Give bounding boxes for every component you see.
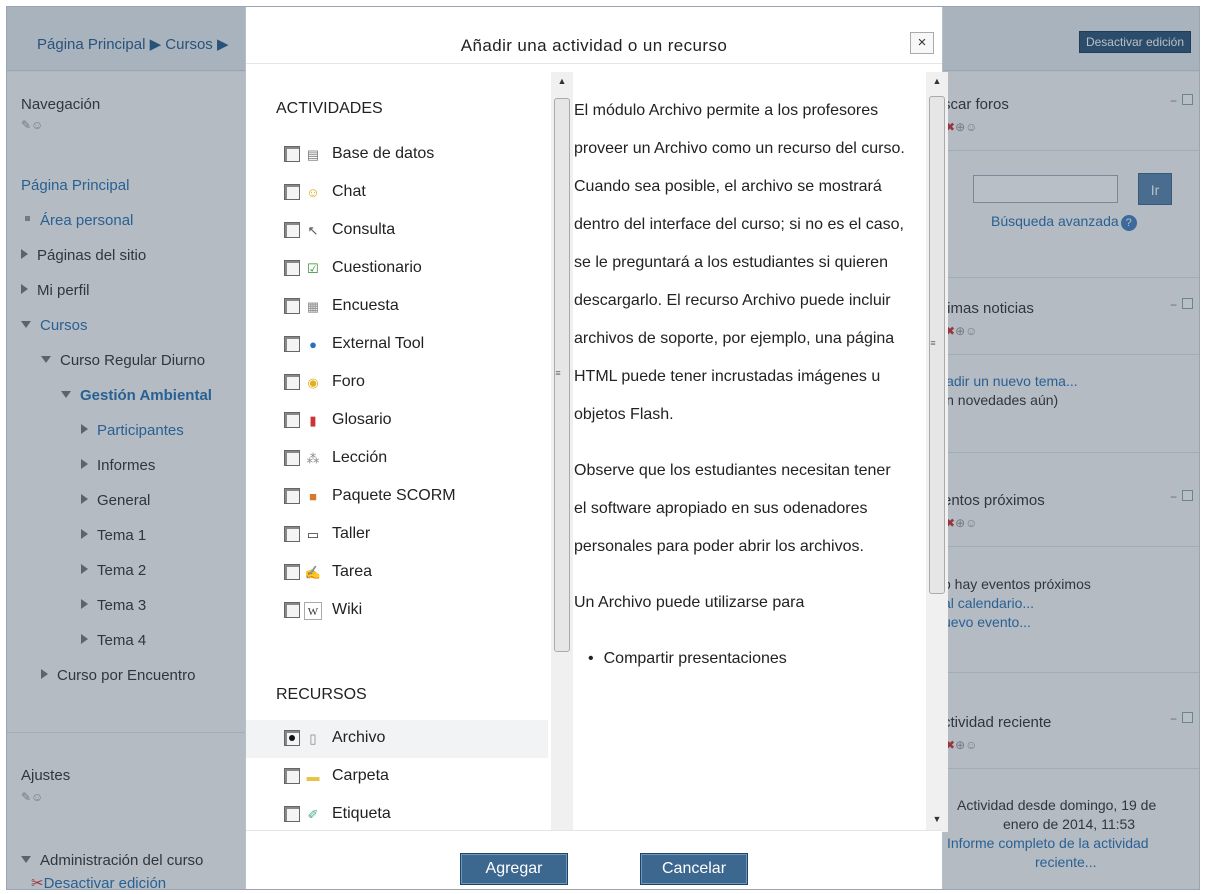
activities-heading: ACTIVIDADES	[276, 100, 383, 117]
radio-button[interactable]	[284, 768, 300, 784]
help-bullet: Compartir presentaciones	[574, 640, 906, 678]
chat-icon: ☺	[306, 185, 320, 200]
radio-button[interactable]	[284, 298, 300, 314]
activity-option[interactable]: ◉ Foro	[246, 364, 548, 402]
scorm-icon: ■	[309, 489, 317, 504]
moodle-page: Página Principal ▶ Cursos ▶ Desactivar e…	[6, 6, 1200, 890]
survey-icon: ▦	[306, 299, 320, 314]
help-pane: El módulo Archivo permite a los profesor…	[574, 68, 906, 828]
activity-option[interactable]: ■ Paquete SCORM	[246, 478, 548, 516]
radio-button[interactable]	[284, 526, 300, 542]
assignment-icon: ✍	[304, 565, 322, 580]
radio-button[interactable]	[284, 222, 300, 238]
close-button[interactable]: ×	[910, 32, 934, 54]
activity-option[interactable]: ☑ Cuestionario	[246, 250, 548, 288]
help-list: Compartir presentaciones	[574, 640, 906, 678]
module-list: ACTIVIDADES ▤ Base de datos ☺ Chat ↖ Consulta…	[246, 68, 548, 828]
option-label: Glosario	[332, 411, 392, 428]
radio-button[interactable]	[284, 450, 300, 466]
dialog-footer: Agregar Cancelar	[246, 830, 942, 889]
radio-button[interactable]	[284, 602, 300, 618]
cancel-button[interactable]: Cancelar	[640, 853, 748, 885]
option-label: Consulta	[332, 221, 396, 238]
scroll-up-icon[interactable]: ▲	[926, 76, 948, 90]
dialog-title: Añadir una actividad o un recurso	[460, 36, 728, 55]
option-label: External Tool	[332, 335, 425, 352]
activity-option[interactable]: ▭ Taller	[246, 516, 548, 554]
add-button[interactable]: Agregar	[460, 853, 568, 885]
resource-option[interactable]: ▯ Archivo	[246, 720, 548, 758]
add-activity-dialog: Añadir una actividad o un recurso × ACTI…	[245, 7, 948, 889]
scroll-down-icon[interactable]: ▼	[926, 814, 948, 828]
option-label: Foro	[332, 373, 365, 390]
activity-option[interactable]: ⁂ Lección	[246, 440, 548, 478]
radio-button[interactable]	[284, 146, 300, 162]
quiz-icon: ☑	[307, 261, 319, 276]
option-label: Archivo	[332, 729, 386, 746]
resource-option[interactable]: ✐ Etiqueta	[246, 796, 548, 828]
radio-button[interactable]	[284, 564, 300, 580]
wiki-icon: W	[304, 602, 322, 620]
activity-option[interactable]: ↖ Consulta	[246, 212, 548, 250]
activity-option[interactable]: ☺ Chat	[246, 174, 548, 212]
glossary-icon: ▮	[309, 413, 317, 428]
activity-option[interactable]: ▮ Glosario	[246, 402, 548, 440]
option-label: Encuesta	[332, 297, 399, 314]
help-paragraph: Un Archivo puede utilizarse para	[574, 594, 805, 611]
help-scrollbar[interactable]: ▲ ≡ ▼	[926, 72, 948, 832]
list-scrollbar[interactable]: ▲ ≡	[551, 72, 573, 832]
resources-heading: RECURSOS	[276, 686, 367, 703]
radio-button[interactable]	[284, 184, 300, 200]
radio-button[interactable]	[284, 806, 300, 822]
activity-option[interactable]: ● External Tool	[246, 326, 548, 364]
radio-button[interactable]	[284, 336, 300, 352]
option-label: Cuestionario	[332, 259, 422, 276]
option-label: Paquete SCORM	[332, 487, 456, 504]
dialog-header: Añadir una actividad o un recurso ×	[246, 7, 942, 64]
help-paragraph: El módulo Archivo permite a los profesor…	[574, 102, 905, 423]
option-label: Lección	[332, 449, 388, 466]
activity-option[interactable]: W Wiki	[246, 592, 548, 630]
radio-button[interactable]	[284, 488, 300, 504]
scroll-grip-icon: ≡	[930, 338, 936, 348]
file-icon: ▯	[309, 731, 317, 746]
lesson-icon: ⁂	[306, 451, 320, 466]
resource-option[interactable]: ▬ Carpeta	[246, 758, 548, 796]
radio-button[interactable]	[284, 412, 300, 428]
activity-option[interactable]: ✍ Tarea	[246, 554, 548, 592]
choice-icon: ↖	[307, 223, 319, 238]
option-label: Wiki	[332, 601, 363, 618]
scroll-grip-icon: ≡	[555, 368, 561, 378]
scroll-up-icon[interactable]: ▲	[551, 76, 573, 90]
database-icon: ▤	[306, 147, 320, 162]
option-label: Taller	[332, 525, 371, 542]
label-icon: ✐	[307, 807, 319, 822]
forum-icon: ◉	[307, 375, 319, 390]
activity-option[interactable]: ▤ Base de datos	[246, 136, 548, 174]
globe-icon: ●	[309, 337, 317, 352]
option-label: Etiqueta	[332, 805, 391, 822]
radio-button[interactable]	[284, 374, 300, 390]
option-label: Base de datos	[332, 145, 435, 162]
option-label: Chat	[332, 183, 366, 200]
folder-icon: ▬	[306, 769, 320, 784]
workshop-icon: ▭	[306, 527, 320, 542]
activity-option[interactable]: ▦ Encuesta	[246, 288, 548, 326]
option-label: Carpeta	[332, 767, 389, 784]
radio-button[interactable]	[284, 730, 300, 746]
option-label: Tarea	[332, 563, 373, 580]
help-paragraph: Observe que los estudiantes necesitan te…	[574, 462, 891, 555]
radio-button[interactable]	[284, 260, 300, 276]
